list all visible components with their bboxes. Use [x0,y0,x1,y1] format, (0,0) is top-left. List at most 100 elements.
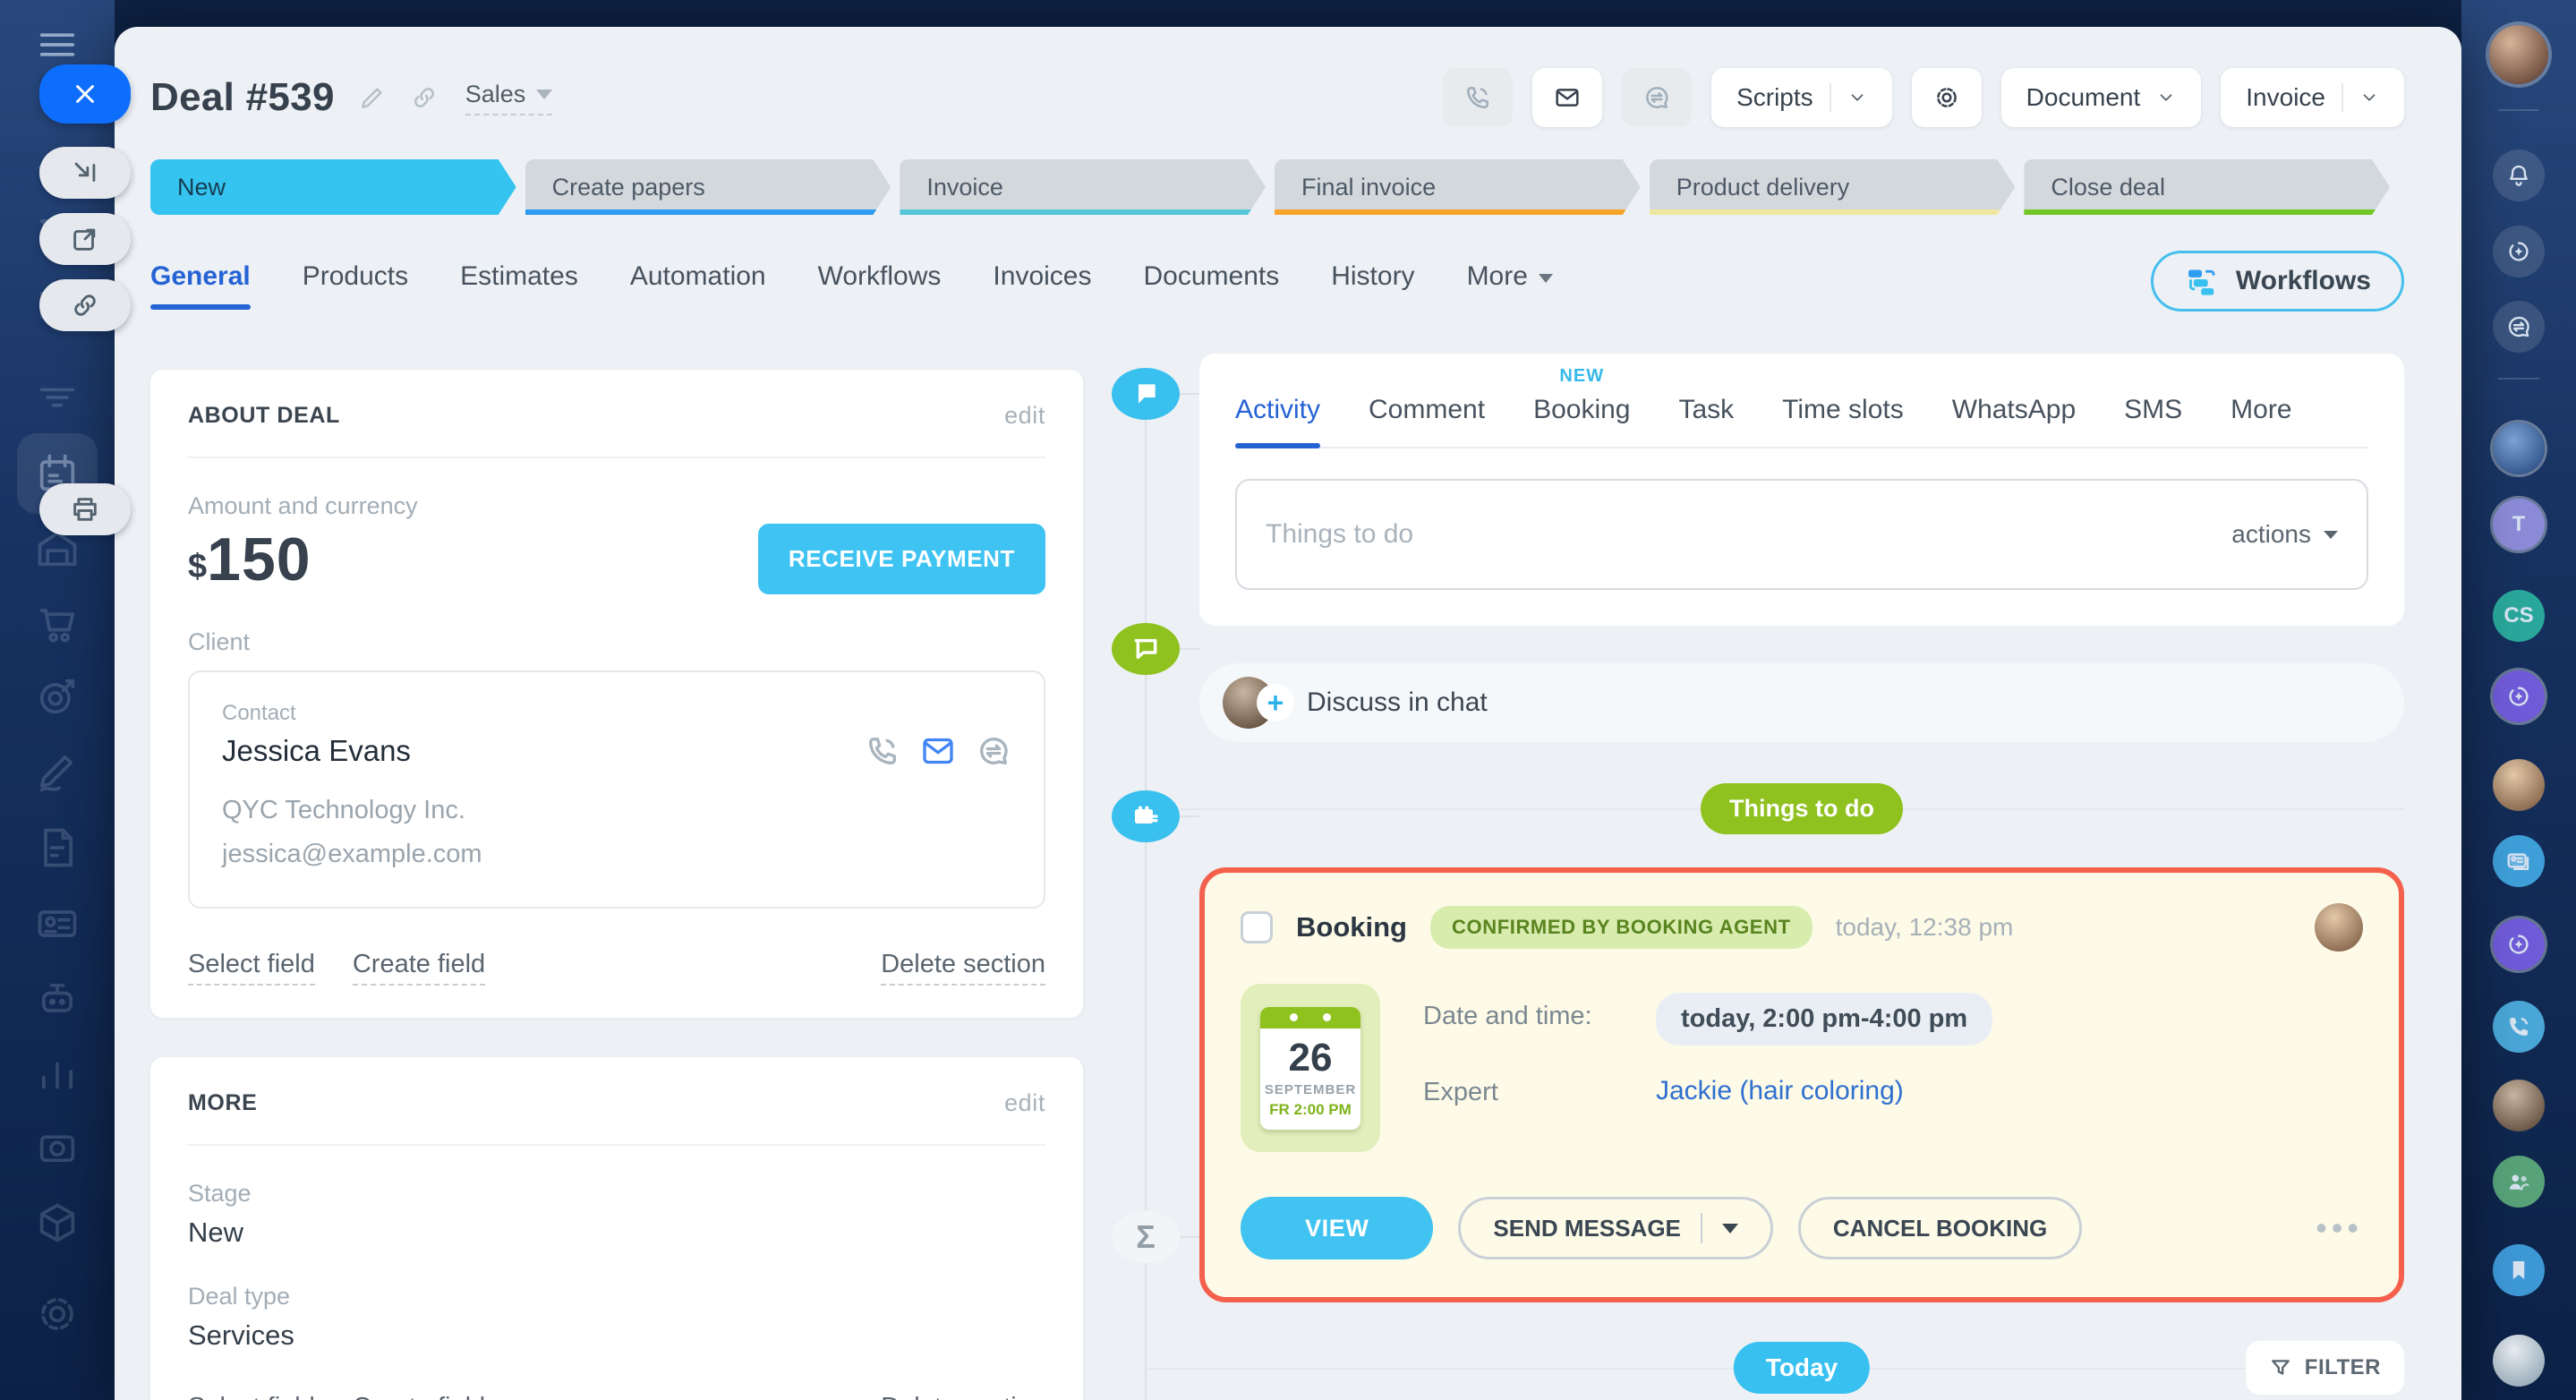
scripts-button[interactable]: Scripts [1711,68,1892,127]
contact-email: jessica@example.com [222,840,1011,869]
package-box-icon[interactable] [34,1199,81,1246]
contact-card[interactable]: Contact Jessica Evans QYC Technology Inc… [188,670,1045,909]
cat-avatar[interactable] [2493,1335,2545,1387]
tab-general[interactable]: General [150,261,251,310]
contact-email-icon[interactable] [920,733,956,769]
id-card-icon[interactable] [34,901,81,947]
create-field-link[interactable]: Create field [353,1393,485,1400]
print-button[interactable] [39,483,131,535]
invoice-button[interactable]: Invoice [2221,68,2404,127]
filter-button[interactable]: FILTER [2246,1341,2404,1395]
select-field-link[interactable]: Select field [188,1393,315,1400]
feed-tab-whatsapp[interactable]: WhatsApp [1952,363,2076,447]
divider [188,1144,1045,1146]
tab-more[interactable]: More [1467,261,1553,310]
close-deal-window-button[interactable] [39,64,131,124]
view-booking-button[interactable]: VIEW [1241,1197,1433,1259]
hamburger-menu-icon[interactable] [34,21,81,68]
notifications-bell-icon[interactable] [2493,149,2545,201]
things-to-do-separator: Things to do [1199,783,2404,833]
delete-section-link[interactable]: Delete section [881,1393,1045,1400]
feed-tab-comment[interactable]: Comment [1369,363,1485,447]
tab-documents[interactable]: Documents [1143,261,1279,310]
feed-tab-activity[interactable]: Activity [1235,363,1320,447]
actions-dropdown[interactable]: actions [2231,520,2338,549]
ai-star-icon[interactable] [2493,670,2545,722]
contact-chat-icon[interactable] [976,733,1011,769]
tab-history[interactable]: History [1331,261,1414,310]
phone-icon[interactable] [2493,1001,2545,1053]
camera-icon[interactable] [34,1123,81,1170]
contact-name[interactable]: Jessica Evans [222,734,411,768]
stage-field-value: New [188,1216,1045,1249]
chat-transfer-icon[interactable] [2493,301,2545,353]
bookmark-icon[interactable] [2493,1244,2545,1296]
receive-payment-button[interactable]: RECEIVE PAYMENT [758,524,1045,594]
id-card-icon[interactable] [2493,835,2545,887]
feed-tab-task[interactable]: Task [1678,363,1734,447]
current-user-avatar[interactable] [2489,25,2548,84]
bar-chart-icon[interactable] [34,1048,81,1095]
feed-tab-sms[interactable]: SMS [2124,363,2182,447]
tab-products[interactable]: Products [303,261,408,310]
booking-badge-icon [1112,790,1180,842]
contact-avatar[interactable] [2493,759,2545,811]
initials-avatar-cs[interactable]: CS [2493,590,2545,642]
collapse-window-button[interactable] [39,147,131,199]
call-button[interactable] [1443,68,1513,127]
feed-tab-time-slots[interactable]: Time slots [1782,363,1904,447]
link-icon[interactable] [410,83,439,112]
tab-automation[interactable]: Automation [630,261,766,310]
settings-button[interactable] [1912,68,1982,127]
edit-title-icon[interactable] [358,83,387,112]
delete-section-link[interactable]: Delete section [881,950,1045,986]
ai-star-icon[interactable] [2493,918,2545,970]
contact-avatar[interactable] [2493,423,2545,474]
contact-call-icon[interactable] [865,733,900,769]
ai-assistant-icon[interactable] [2493,226,2545,277]
cart-icon[interactable] [34,601,81,647]
signature-pen-icon[interactable] [34,749,81,796]
filter-list-icon[interactable] [34,374,81,421]
open-external-button[interactable] [39,213,131,265]
settings-gear-icon[interactable] [34,1291,81,1337]
expert-link[interactable]: Jackie (hair coloring) [1656,1069,1992,1107]
chevron-down-icon [2359,88,2379,107]
stage-product-delivery[interactable]: Product delivery [1650,159,2016,215]
tab-estimates[interactable]: Estimates [460,261,578,310]
cancel-booking-button[interactable]: CANCEL BOOKING [1798,1197,2082,1259]
todo-input[interactable] [1266,519,2231,550]
robot-icon[interactable] [34,976,81,1022]
app-sidebar [0,0,115,1400]
stage-invoice[interactable]: Invoice [900,159,1266,215]
contact-avatar[interactable] [2493,1080,2545,1131]
add-participant-icon[interactable]: + [1257,684,1294,721]
chat-button[interactable] [1622,68,1692,127]
send-message-button[interactable]: SEND MESSAGE [1458,1197,1773,1259]
stage-close-deal[interactable]: Close deal [2024,159,2390,215]
feed-tab-booking[interactable]: NEW Booking [1533,363,1630,447]
booking-checkbox[interactable] [1241,911,1273,943]
users-icon[interactable] [2493,1156,2545,1208]
copy-link-button[interactable] [39,279,131,331]
goal-target-icon[interactable] [34,673,81,720]
workflows-button[interactable]: Workflows [2151,251,2404,312]
select-field-link[interactable]: Select field [188,950,315,986]
pipeline-selector[interactable]: Sales [465,81,553,115]
feed-tab-more[interactable]: More [2231,363,2302,447]
discuss-in-chat-row[interactable]: + Discuss in chat [1199,663,2404,742]
initials-avatar-t[interactable]: T [2493,499,2545,551]
edit-more-link[interactable]: edit [1004,1089,1045,1117]
tab-invoices[interactable]: Invoices [993,261,1091,310]
create-field-link[interactable]: Create field [353,950,485,986]
tab-workflows[interactable]: Workflows [818,261,942,310]
document-edit-icon[interactable] [34,824,81,871]
stage-final-invoice[interactable]: Final invoice [1275,159,1641,215]
booking-more-button[interactable]: ••• [2316,1209,2363,1247]
stage-create-papers[interactable]: Create papers [525,159,891,215]
workflows-button-label: Workflows [2236,266,2371,296]
edit-about-link[interactable]: edit [1004,402,1045,430]
email-button[interactable] [1532,68,1602,127]
document-button[interactable]: Document [2001,68,2202,127]
stage-new[interactable]: New [150,159,516,215]
